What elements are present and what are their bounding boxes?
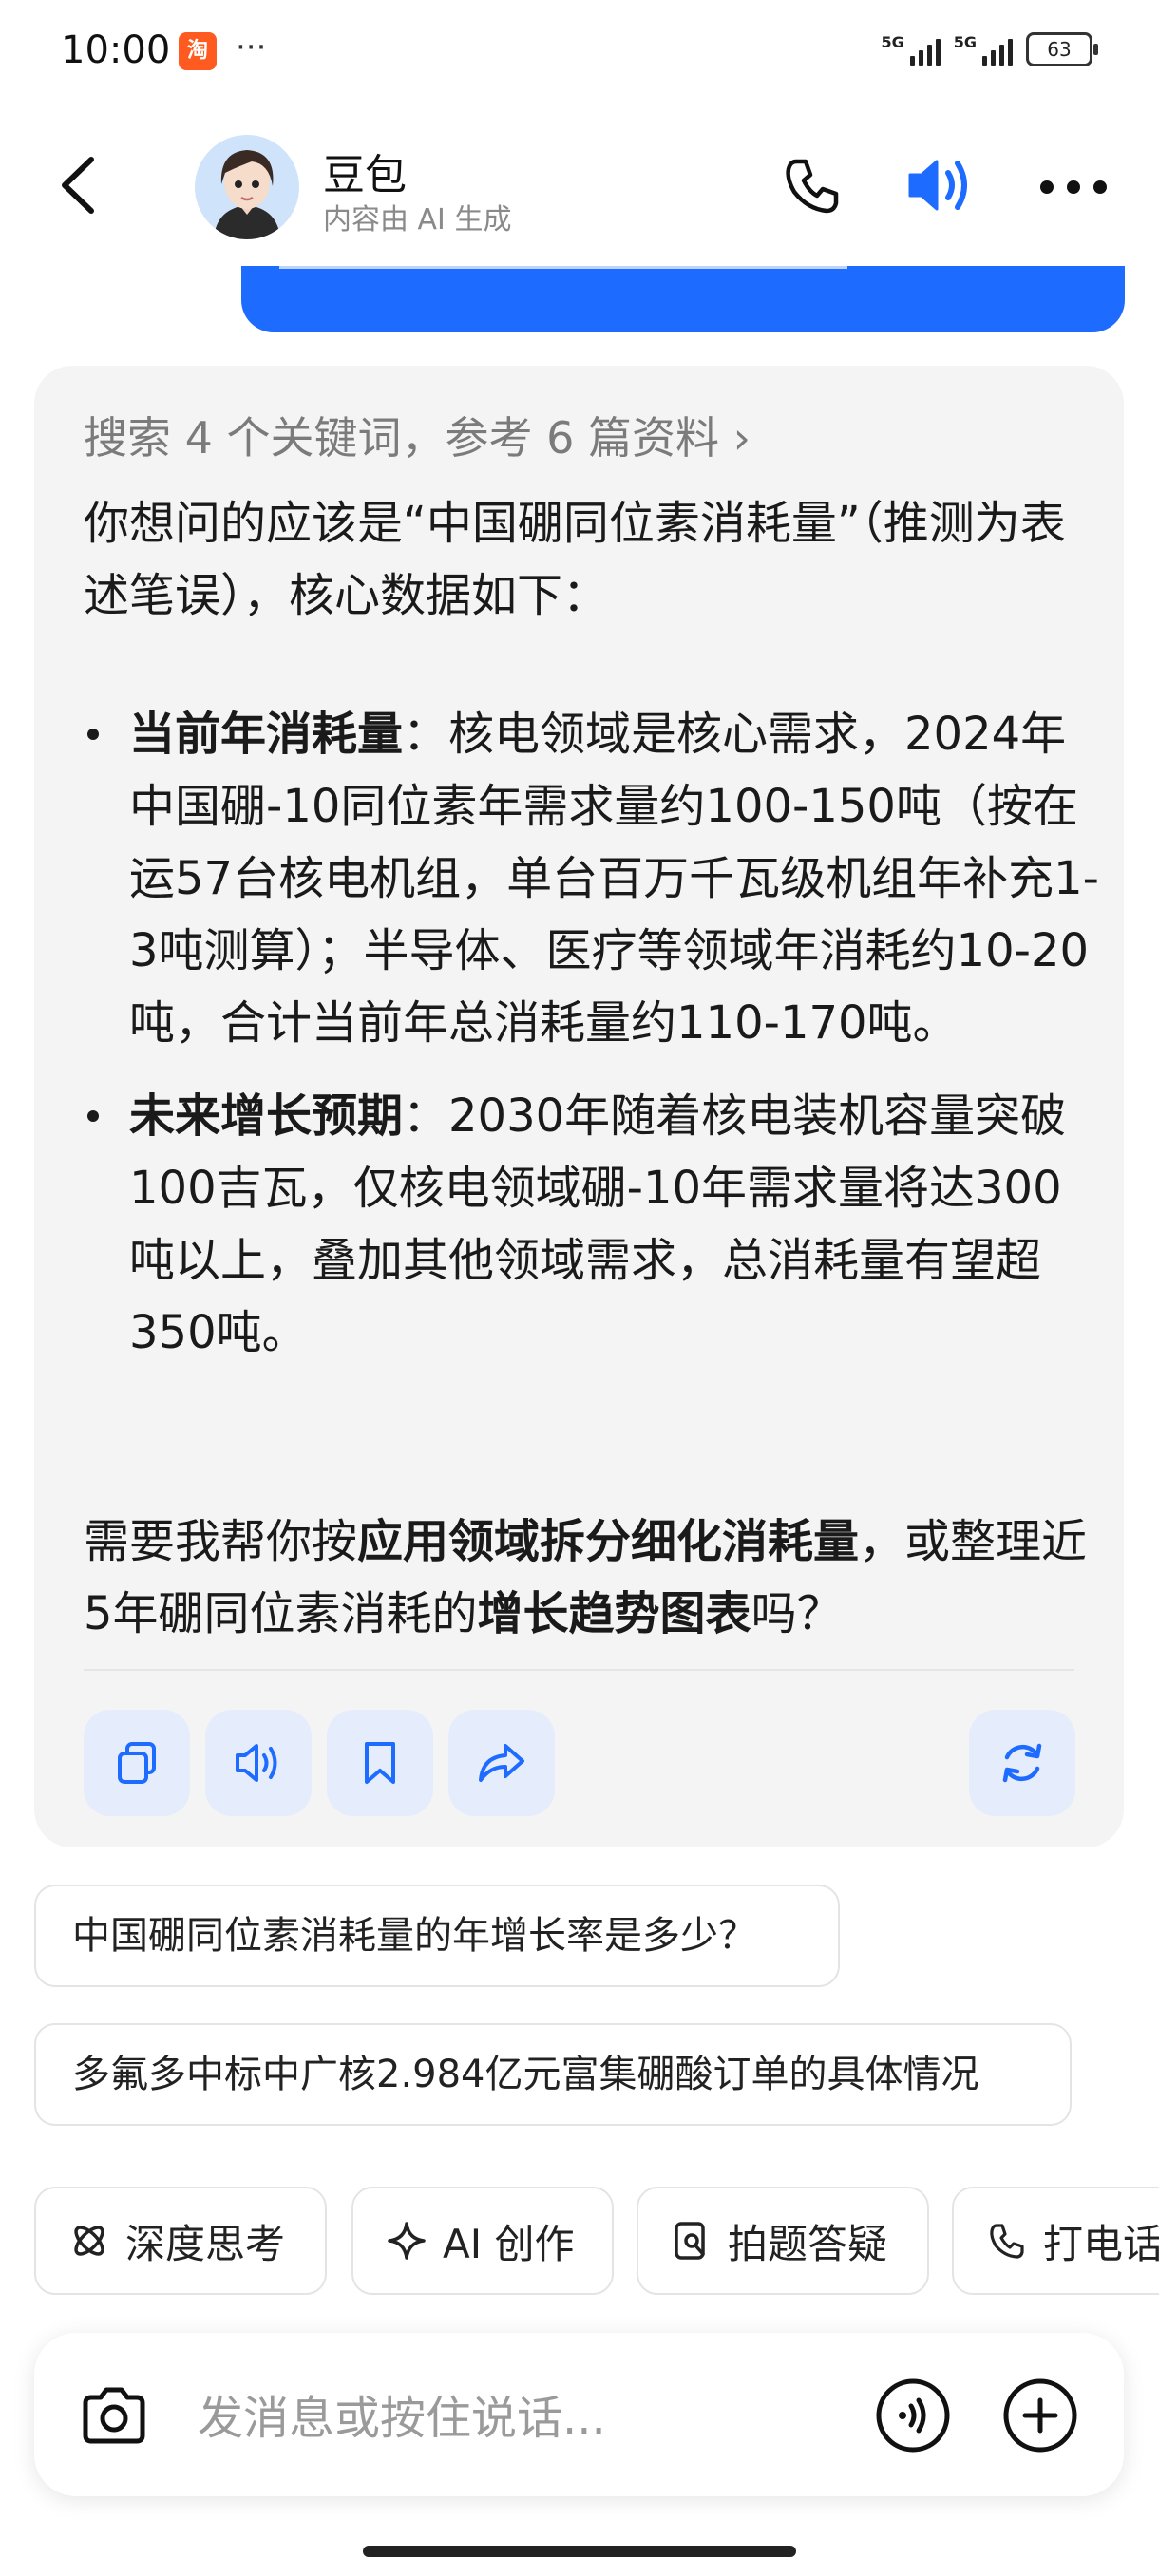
- copy-icon: [118, 1742, 156, 1784]
- status-more-dots: ···: [236, 28, 267, 66]
- chat-header: 豆包 内容由 AI 生成: [0, 104, 1159, 266]
- chevron-left-icon: [62, 157, 94, 214]
- user-message-bubble[interactable]: 中国硼同位素消耗量为多少？: [241, 266, 1125, 332]
- bullet-title: 未来增长预期: [129, 1089, 404, 1143]
- plus-circle-icon: [1003, 2378, 1077, 2453]
- bookmark-icon: [365, 1742, 395, 1784]
- scan-question-icon: [674, 2222, 705, 2260]
- signal-label: 5G: [953, 33, 977, 51]
- answer-card: 搜索 4 个关键词，参考 6 篇资料 › 你想问的应该是“中国硼同位素消耗量”（…: [34, 366, 1124, 1847]
- chat-screen: 10:00 淘 ··· 5G 5G 63 豆包 内容由 AI 生成 搜索 4 个…: [0, 0, 1159, 2576]
- tool-chip-label: 拍题答疑: [728, 2220, 888, 2267]
- tool-chip-label: 深度思考: [125, 2220, 286, 2267]
- bullet-title: 当前年消耗量: [129, 708, 404, 761]
- avatar[interactable]: [195, 135, 299, 239]
- user-message-area: 中国硼同位素消耗量为多少？: [0, 266, 1159, 342]
- divider: [84, 1669, 1074, 1671]
- more-dots-icon: [1040, 180, 1107, 194]
- tool-chip-label: 打电话: [1043, 2220, 1159, 2267]
- camera-button[interactable]: [76, 2378, 152, 2454]
- regenerate-button[interactable]: [969, 1710, 1075, 1816]
- copy-button[interactable]: [84, 1710, 190, 1816]
- tool-chip-label: AI 创作: [443, 2220, 575, 2267]
- share-icon: [479, 1744, 524, 1782]
- tool-chip-photo-question[interactable]: 拍题答疑: [636, 2187, 929, 2295]
- message-input-bar: 发消息或按住说话...: [34, 2333, 1124, 2496]
- voice-toggle-button[interactable]: [902, 152, 978, 218]
- share-button[interactable]: [448, 1710, 555, 1816]
- status-time: 10:00: [61, 28, 171, 72]
- add-attachment-button[interactable]: [1001, 2377, 1079, 2454]
- more-options-button[interactable]: [1036, 173, 1112, 201]
- speaker-icon: [236, 1744, 277, 1782]
- call-button[interactable]: [779, 152, 846, 218]
- closing-text: 吗？: [750, 1587, 843, 1640]
- search-summary-link[interactable]: 搜索 4 个关键词，参考 6 篇资料 ›: [84, 404, 750, 466]
- closing-emphasis: 增长趋势图表: [477, 1587, 751, 1640]
- phone-icon: [990, 2224, 1024, 2259]
- atom-icon: [74, 2226, 104, 2256]
- list-item: 未来增长预期：2030年随着核电装机容量突破100吉瓦，仅核电领域硼-10年需求…: [84, 1080, 1105, 1369]
- signal-icon: 5G: [881, 33, 940, 66]
- suggested-question[interactable]: 中国硼同位素消耗量的年增长率是多少？: [34, 1885, 840, 1987]
- closing-text: 需要我帮你按: [84, 1515, 358, 1568]
- status-indicators: 5G 5G 63: [881, 32, 1098, 66]
- answer-bullet-list: 当前年消耗量：核电领域是核心需求，2024年中国硼-10同位素年需求量约100-…: [84, 698, 1105, 1390]
- bookmark-button[interactable]: [327, 1710, 433, 1816]
- signal-label: 5G: [881, 33, 904, 51]
- suggested-question[interactable]: 多氟多中标中广核2.984亿元富集硼酸订单的具体情况: [34, 2023, 1072, 2126]
- tool-chip-deep-thinking[interactable]: 深度思考: [34, 2187, 327, 2295]
- signal-icon: 5G: [954, 33, 1013, 66]
- message-input[interactable]: 发消息或按住说话...: [198, 2380, 606, 2447]
- avatar-illustration: [195, 135, 299, 239]
- list-item: 当前年消耗量：核电领域是核心需求，2024年中国硼-10同位素年需求量约100-…: [84, 698, 1105, 1059]
- sparkle-icon: [388, 2222, 426, 2260]
- speaker-icon: [908, 160, 967, 211]
- answer-closing: 需要我帮你按应用领域拆分细化消耗量，或整理近5年硼同位素消耗的增长趋势图表吗？: [84, 1506, 1100, 1650]
- status-bar: 10:00 淘 ··· 5G 5G 63: [0, 0, 1159, 104]
- battery-icon: 63: [1026, 32, 1098, 66]
- bot-name: 豆包: [323, 151, 407, 199]
- answer-intro: 你想问的应该是“中国硼同位素消耗量”（推测为表述笔误），核心数据如下：: [84, 497, 1066, 622]
- back-button[interactable]: [48, 152, 114, 218]
- taobao-app-icon: 淘: [179, 32, 217, 70]
- refresh-icon: [1002, 1743, 1042, 1783]
- bot-subtitle: 内容由 AI 生成: [323, 203, 512, 237]
- voice-wave-icon: [876, 2378, 950, 2453]
- tool-chip-ai-create[interactable]: AI 创作: [352, 2187, 614, 2295]
- camera-icon: [83, 2387, 145, 2444]
- closing-emphasis: 应用领域拆分细化消耗量: [357, 1515, 860, 1568]
- voice-input-button[interactable]: [874, 2377, 952, 2454]
- tool-chip-phone-call[interactable]: 打电话: [952, 2187, 1159, 2295]
- read-aloud-button[interactable]: [205, 1710, 312, 1816]
- phone-icon: [786, 159, 839, 214]
- home-indicator[interactable]: [363, 2546, 796, 2557]
